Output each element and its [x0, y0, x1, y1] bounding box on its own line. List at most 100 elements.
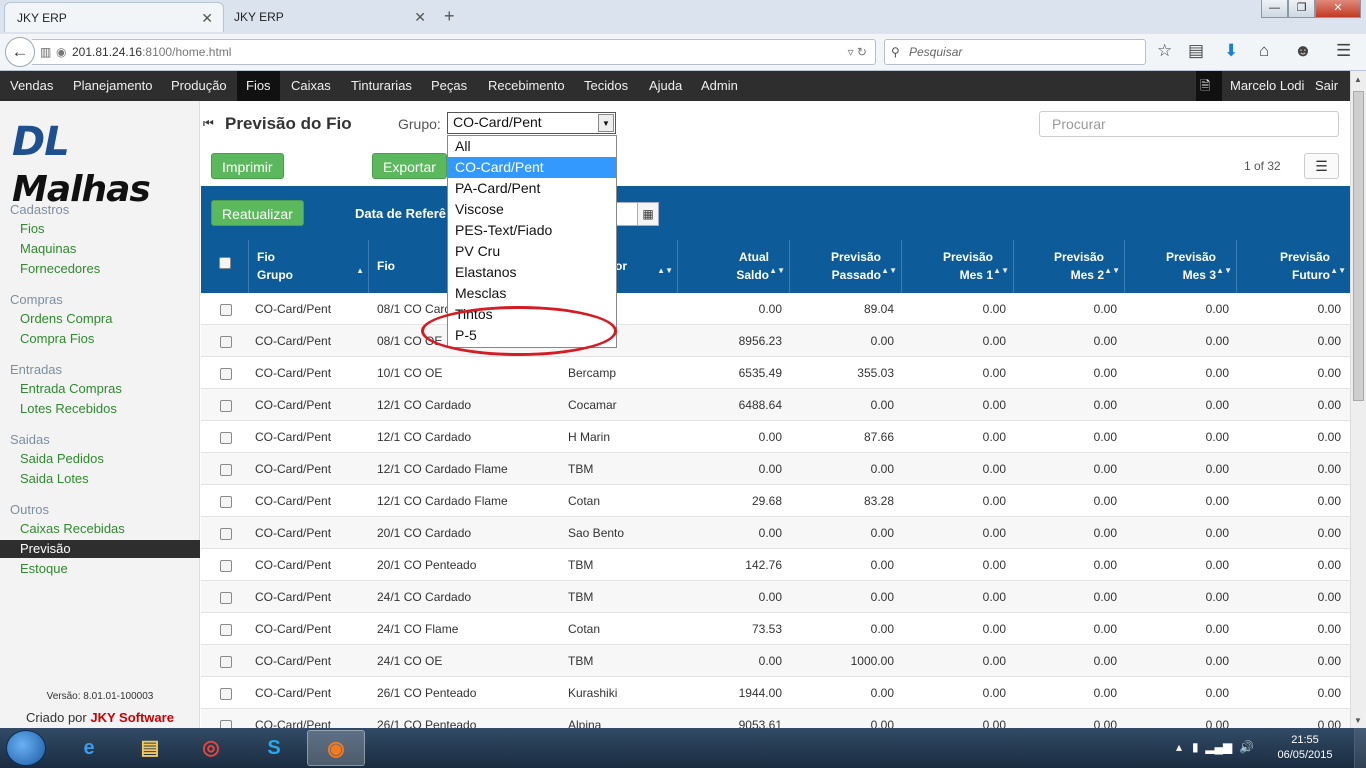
col-mes1[interactable]: Previsão Mes 1 ▲▼	[902, 240, 1014, 293]
table-row[interactable]: CO-Card/Pent 08/1 CO OE 8956.23 0.00 0.00 0.0…	[201, 325, 1350, 357]
scroll-up-icon[interactable]: ▲	[1354, 75, 1362, 84]
table-row[interactable]: CO-Card/Pent 24/1 CO OE TBM 0.00 1000.00 0.00…	[201, 645, 1350, 677]
imprimir-button[interactable]: Imprimir	[211, 153, 284, 179]
sidebar-item-saida-lotes[interactable]: Saida Lotes	[0, 470, 200, 488]
sidebar-item-fios[interactable]: Fios	[0, 220, 200, 238]
row-checkbox[interactable]	[220, 719, 232, 728]
table-row[interactable]: CO-Card/Pent 26/1 CO Penteado Alpina 9053.6…	[201, 709, 1350, 728]
firefox-icon[interactable]: ◉	[307, 730, 365, 766]
dropdown-option[interactable]: All	[448, 136, 616, 157]
row-checkbox[interactable]	[220, 495, 232, 508]
row-checkbox[interactable]	[220, 527, 232, 540]
maximize-button[interactable]: ❐	[1288, 0, 1315, 18]
sidebar-item-entrada-compras[interactable]: Entrada Compras	[0, 380, 200, 398]
collapse-sidebar-icon[interactable]: ⏮	[203, 116, 214, 131]
select-all-checkbox[interactable]	[218, 257, 231, 269]
ie-icon[interactable]: e	[60, 730, 118, 766]
grupo-select[interactable]: CO-Card/Pent ▼	[447, 112, 616, 134]
dropdown-option[interactable]: CO-Card/Pent	[448, 157, 616, 178]
home-icon[interactable]: ⌂	[1259, 41, 1269, 61]
nav-pecas[interactable]: Peças	[422, 71, 476, 101]
browser-tab-2[interactable]: JKY ERP ✕	[222, 2, 436, 32]
row-checkbox[interactable]	[220, 431, 232, 444]
new-tab-icon[interactable]: +	[444, 6, 455, 27]
logout-link[interactable]: Sair	[1306, 71, 1347, 101]
row-checkbox[interactable]	[220, 559, 232, 572]
back-button[interactable]: ←	[5, 37, 35, 67]
dropdown-option[interactable]: PES-Text/Fiado	[448, 220, 616, 241]
nav-admin[interactable]: Admin	[692, 71, 747, 101]
clock[interactable]: 21:55 06/05/2015	[1270, 733, 1340, 763]
row-checkbox[interactable]	[220, 303, 232, 316]
table-row[interactable]: CO-Card/Pent 08/1 CO Card 0.00 89.04 0.00 0.0…	[201, 293, 1350, 325]
row-checkbox[interactable]	[220, 591, 232, 604]
row-checkbox[interactable]	[220, 463, 232, 476]
address-bar[interactable]: ▥ ◉ 201.81.24.16:8100/home.html ▿ ↻	[32, 39, 876, 65]
library-icon[interactable]: ▥	[40, 40, 51, 64]
nav-caixas[interactable]: Caixas	[282, 71, 340, 101]
table-row[interactable]: CO-Card/Pent 12/1 CO Cardado Flame TBM 0.00…	[201, 453, 1350, 485]
exportar-button[interactable]: Exportar	[372, 153, 447, 179]
skype-icon[interactable]: S	[245, 730, 303, 766]
row-checkbox[interactable]	[220, 655, 232, 668]
table-row[interactable]: CO-Card/Pent 26/1 CO Penteado Kurashiki 194…	[201, 677, 1350, 709]
nav-ajuda[interactable]: Ajuda	[640, 71, 691, 101]
table-row[interactable]: CO-Card/Pent 20/1 CO Cardado Sao Bento 0.00…	[201, 517, 1350, 549]
dropdown-option[interactable]: Viscose	[448, 199, 616, 220]
table-row[interactable]: CO-Card/Pent 24/1 CO Cardado TBM 0.00 0.00 0.…	[201, 581, 1350, 613]
explorer-icon[interactable]: ▤	[121, 730, 179, 766]
dropdown-option[interactable]: PA-Card/Pent	[448, 178, 616, 199]
sidebar-item-estoque[interactable]: Estoque	[0, 560, 200, 578]
col-mes3[interactable]: Previsão Mes 3 ▲▼	[1125, 240, 1237, 293]
credit-brand[interactable]: JKY Software	[90, 710, 174, 725]
nav-planejamento[interactable]: Planejamento	[64, 71, 162, 101]
sidebar-item-fornecedores[interactable]: Fornecedores	[0, 260, 200, 278]
nav-recebimento[interactable]: Recebimento	[479, 71, 574, 101]
user-name[interactable]: Marcelo Lodi	[1221, 71, 1313, 101]
reatualizar-button[interactable]: Reatualizar	[211, 200, 304, 226]
scrollbar-thumb[interactable]	[1353, 91, 1364, 401]
chevron-down-icon[interactable]: ▼	[598, 114, 614, 132]
close-window-button[interactable]: ✕	[1315, 0, 1361, 18]
chrome-icon[interactable]: ◎	[182, 730, 240, 766]
reading-list-icon[interactable]: ▤	[1188, 41, 1204, 61]
col-mes2[interactable]: Previsão Mes 2 ▲▼	[1014, 240, 1125, 293]
table-row[interactable]: CO-Card/Pent 20/1 CO Penteado TBM 142.76 0.0…	[201, 549, 1350, 581]
search-input[interactable]: Procurar	[1039, 111, 1339, 137]
nav-vendas[interactable]: Vendas	[1, 71, 62, 101]
scroll-down-icon[interactable]: ▼	[1354, 716, 1362, 725]
nav-producao[interactable]: Produção	[162, 71, 236, 101]
start-button[interactable]	[6, 730, 46, 766]
col-futuro[interactable]: Previsão Futuro ▲▼	[1237, 240, 1350, 293]
nav-tinturarias[interactable]: Tinturarias	[342, 71, 421, 101]
dropdown-option[interactable]: Elastanos	[448, 262, 616, 283]
row-checkbox[interactable]	[220, 623, 232, 636]
browser-tab-1[interactable]: JKY ERP ✕	[4, 2, 224, 32]
chat-icon[interactable]: ☻	[1294, 41, 1312, 61]
table-row[interactable]: CO-Card/Pent 12/1 CO Cardado Flame Cotan 29…	[201, 485, 1350, 517]
sidebar-item-maquinas[interactable]: Maquinas	[0, 240, 200, 258]
sidebar-item-ordens-compra[interactable]: Ordens Compra	[0, 310, 200, 328]
dropdown-option[interactable]: PV Cru	[448, 241, 616, 262]
calendar-icon[interactable]: ▦	[637, 202, 659, 226]
tray-arrow-icon[interactable]: ▴	[1176, 740, 1182, 754]
sidebar-item-previsao[interactable]: Previsão	[0, 540, 200, 558]
row-checkbox[interactable]	[220, 687, 232, 700]
nav-fios[interactable]: Fios	[237, 71, 280, 101]
sidebar-item-caixas-recebidas[interactable]: Caixas Recebidas	[0, 520, 200, 538]
row-checkbox[interactable]	[220, 367, 232, 380]
row-checkbox[interactable]	[220, 399, 232, 412]
row-checkbox[interactable]	[220, 335, 232, 348]
table-row[interactable]: CO-Card/Pent 12/1 CO Cardado H Marin 0.00 87…	[201, 421, 1350, 453]
reload-icon[interactable]: ▿ ↻	[848, 40, 867, 64]
col-passado[interactable]: Previsão Passado ▲▼	[790, 240, 902, 293]
signal-icon[interactable]: ▂▄▆	[1205, 740, 1232, 754]
browser-search-input[interactable]: ⚲ Pesquisar	[884, 39, 1146, 65]
col-grupo[interactable]: Fio Grupo ▲	[249, 240, 369, 293]
volume-icon[interactable]: 🔊	[1239, 740, 1254, 754]
minimize-button[interactable]: —	[1261, 0, 1288, 18]
hamburger-menu-icon[interactable]: ☰	[1336, 41, 1351, 61]
col-saldo[interactable]: Atual Saldo ▲▼	[678, 240, 790, 293]
close-tab-icon[interactable]: ✕	[201, 10, 213, 27]
page-scrollbar[interactable]: ▲ ▼	[1350, 71, 1366, 728]
